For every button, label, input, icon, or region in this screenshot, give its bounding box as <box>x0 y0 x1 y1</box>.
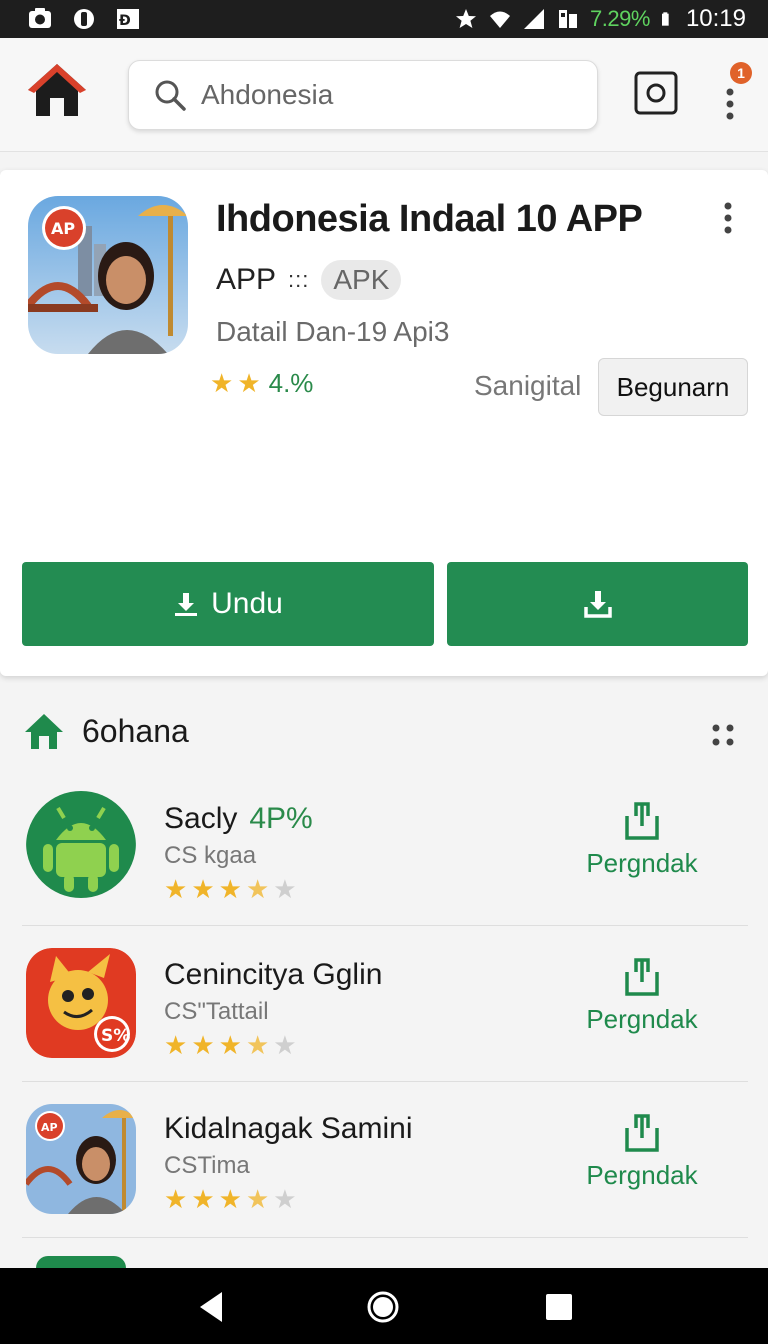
begin-button[interactable]: Begunarn <box>598 358 748 416</box>
install-label: Pergndak <box>586 1160 698 1190</box>
download-tray-icon <box>583 591 612 618</box>
clock: 10:19 <box>685 5 746 32</box>
star-icon: ★ <box>191 1030 215 1060</box>
install-icon <box>625 1114 659 1152</box>
app-title: Ihdonesia Indaal 10 APP <box>216 198 643 240</box>
back-icon[interactable] <box>196 1290 228 1324</box>
install-button[interactable]: Pergndak <box>582 1112 702 1222</box>
list-item-subtitle: CS kgaa <box>164 842 257 869</box>
app-icon-image: AP <box>28 196 188 354</box>
list-item-badge: 4P% <box>249 802 313 835</box>
half-star-icon: ★ <box>245 1184 270 1214</box>
media-icon: Ð <box>117 9 139 29</box>
svg-text:AP: AP <box>51 219 75 238</box>
list-item-subtitle: CS"Tattail <box>164 998 269 1025</box>
list-item-icon: AP <box>26 1104 136 1214</box>
list-item-subtitle: CSTima <box>164 1152 250 1179</box>
half-star-icon: ★ <box>245 1030 270 1060</box>
battery-percent: 7.29% <box>590 6 650 31</box>
list-item-rating: ★ ★ ★ ★ ★ <box>164 874 297 905</box>
list-item-title: Cenincitya Gglin <box>164 958 383 991</box>
list-item-name: Kidalnagak Samini <box>164 1112 412 1146</box>
data-icon <box>559 10 578 28</box>
app-icon-image: AP <box>26 1104 136 1214</box>
signal-icon <box>524 9 545 29</box>
star-icon: ★ <box>218 874 242 904</box>
app-type-label: APP <box>216 263 277 296</box>
more-grid-icon[interactable] <box>708 720 738 750</box>
home-icon[interactable] <box>26 60 88 120</box>
download-button-label: Undu <box>211 587 283 620</box>
empty-star-icon: ★ <box>273 1030 297 1060</box>
svg-text:S%: S% <box>101 1026 130 1046</box>
section-title: 6ohana <box>82 712 189 749</box>
more-options-icon[interactable] <box>716 200 740 240</box>
empty-star-icon: ★ <box>273 874 297 904</box>
list-item-partial <box>36 1256 126 1268</box>
app-type-row: APP ::: APK <box>216 260 402 300</box>
half-star-icon: ★ <box>245 874 270 904</box>
star-icon: ★ <box>164 1030 188 1060</box>
wifi-icon <box>490 11 511 28</box>
install-icon <box>625 802 659 840</box>
install-icon <box>625 958 659 996</box>
cat-game-icon: S% <box>26 948 136 1058</box>
status-bar: Ð 7.29% 10:19 <box>0 0 768 38</box>
svg-text:AP: AP <box>41 1121 58 1134</box>
star-icon: ★ <box>191 874 215 904</box>
camera-icon[interactable] <box>634 71 678 115</box>
svg-text:Ð: Ð <box>119 13 131 29</box>
star-icon: ★ <box>218 1184 242 1214</box>
list-item-icon: S% <box>26 948 136 1058</box>
list-item-name: Cenincitya Gglin <box>164 958 382 992</box>
empty-star-icon: ★ <box>273 1184 297 1214</box>
app-rating: ★ ★ 4.% <box>210 368 313 399</box>
list-item-rating: ★ ★ ★ ★ ★ <box>164 1030 297 1061</box>
app-icon[interactable]: AP <box>28 196 188 354</box>
search-icon <box>155 80 186 111</box>
install-button[interactable]: Pergndak <box>582 800 702 910</box>
install-button[interactable]: Pergndak <box>582 956 702 1066</box>
rating-value: 4.% <box>268 368 314 398</box>
list-item[interactable]: S% Cenincitya Gglin CS"Tattail ★ ★ ★ ★ ★… <box>22 926 748 1082</box>
star-icon: ★ <box>237 368 261 398</box>
recent-apps-icon[interactable] <box>544 1292 574 1322</box>
download-icon <box>175 593 198 616</box>
list-item-title: Kidalnagak Samini <box>164 1112 413 1145</box>
apk-chip[interactable]: APK <box>321 260 402 300</box>
list-item[interactable]: Sacly 4P% CS kgaa ★ ★ ★ ★ ★ Pergndak <box>22 770 748 926</box>
star-icon: ★ <box>218 1030 242 1060</box>
list-item-icon <box>26 788 136 898</box>
navigation-bar <box>0 1268 768 1344</box>
section-header: 6ohana <box>24 712 189 750</box>
app-header-card: AP Ihdonesia Indaal 10 APP APP ::: APK D… <box>0 170 768 676</box>
screenshot-icon <box>29 8 51 28</box>
list-item-name: Sacly 4P% <box>164 802 313 836</box>
bluetooth-star-icon <box>456 9 477 28</box>
star-icon: ★ <box>164 874 188 904</box>
search-input[interactable] <box>201 79 581 111</box>
battery-icon <box>661 12 669 26</box>
install-label: Pergndak <box>586 1004 698 1034</box>
home-nav-icon[interactable] <box>366 1290 400 1324</box>
list-item[interactable]: AP Kidalnagak Samini CSTima ★ ★ ★ ★ ★ Pe… <box>22 1082 748 1238</box>
developer-name: Sanigital <box>474 370 582 401</box>
search-bar[interactable] <box>128 60 598 130</box>
install-label: Pergndak <box>586 848 698 878</box>
app-detail-line: Datail Dan-19 Api3 <box>216 316 450 347</box>
quick-download-button[interactable] <box>447 562 748 646</box>
app-type-dots: ::: <box>288 267 310 292</box>
list-item-rating: ★ ★ ★ ★ ★ <box>164 1184 297 1215</box>
star-icon: ★ <box>210 368 234 398</box>
star-icon: ★ <box>191 1184 215 1214</box>
download-button[interactable]: Undu <box>22 562 434 646</box>
android-icon <box>26 791 136 898</box>
app-bar: 1 <box>0 38 768 152</box>
list-item-title: Sacly <box>164 802 238 835</box>
notification-app-icon <box>74 9 94 29</box>
star-icon: ★ <box>164 1184 188 1214</box>
notification-badge: 1 <box>730 62 752 84</box>
home-section-icon <box>25 714 63 749</box>
